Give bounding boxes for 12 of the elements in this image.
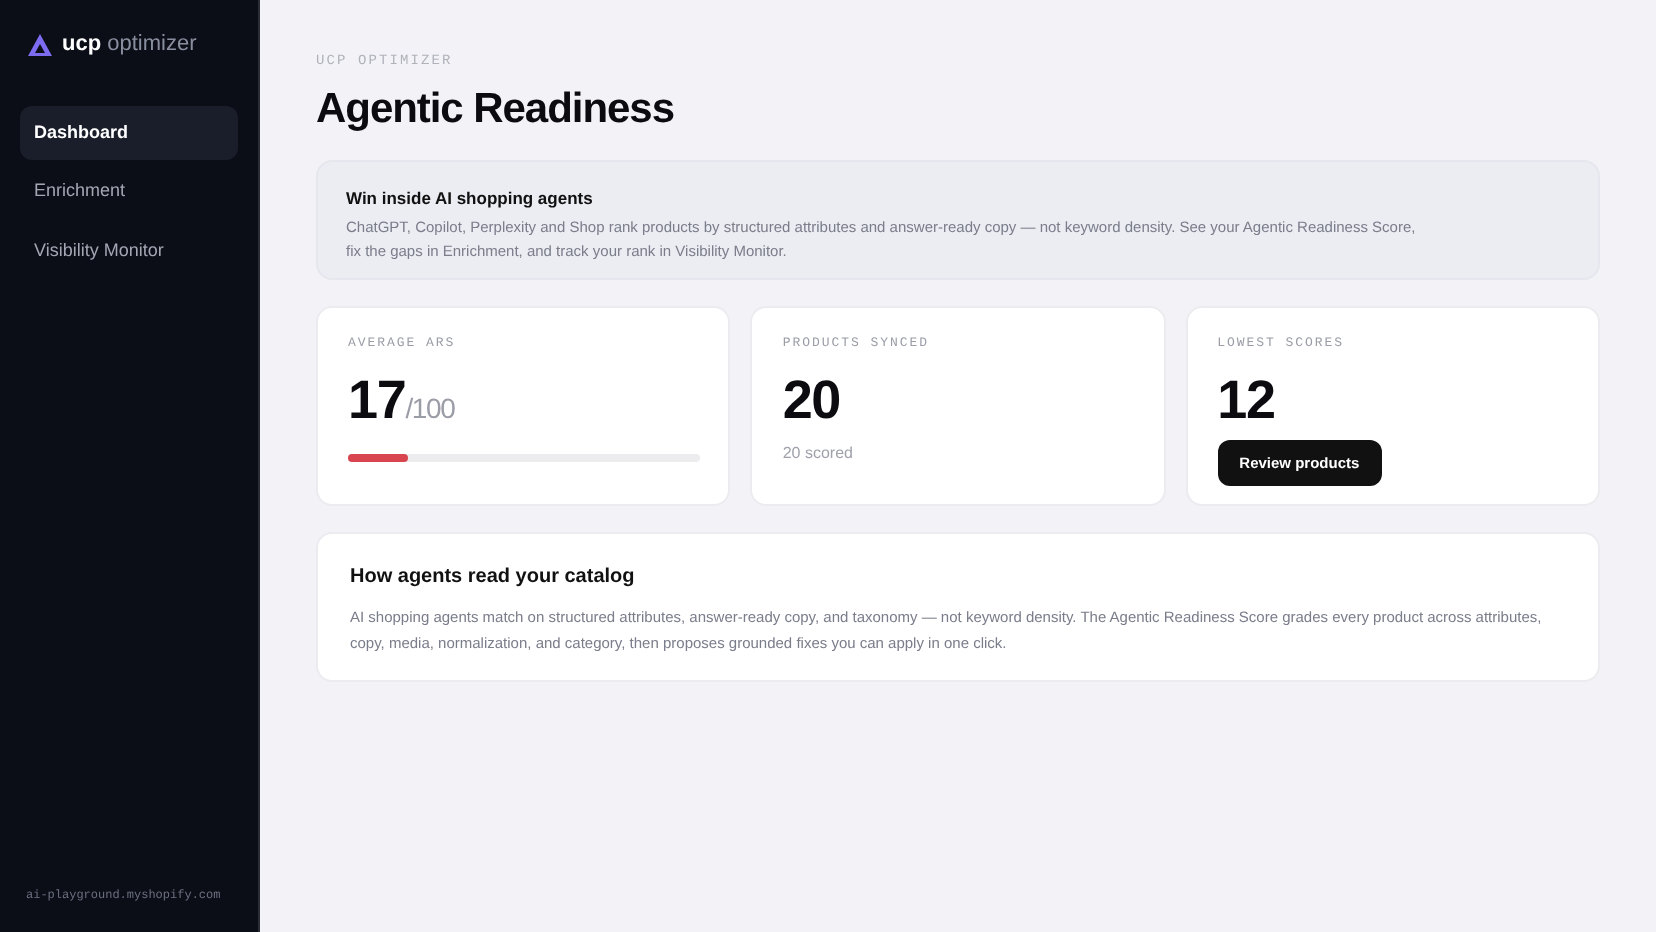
stat-value: 17/100: [348, 367, 457, 434]
stat-value: 20: [782, 367, 843, 434]
triangle-logo-icon: [28, 33, 52, 56]
stat-value: 12: [1217, 367, 1277, 434]
card-title: How agents read your catalog: [350, 564, 637, 592]
page-title: Agentic Readiness: [316, 83, 676, 135]
sidebar-item[interactable]: Enrichment: [20, 164, 238, 219]
banner-title: Win inside AI shopping agents: [346, 186, 595, 212]
stat-note: 20 scored: [782, 441, 855, 466]
sidebar-item[interactable]: Dashboard: [20, 105, 238, 160]
sidebar-item[interactable]: Visibility Monitor: [20, 223, 238, 278]
brand-name: ucp optimizer: [62, 30, 197, 60]
